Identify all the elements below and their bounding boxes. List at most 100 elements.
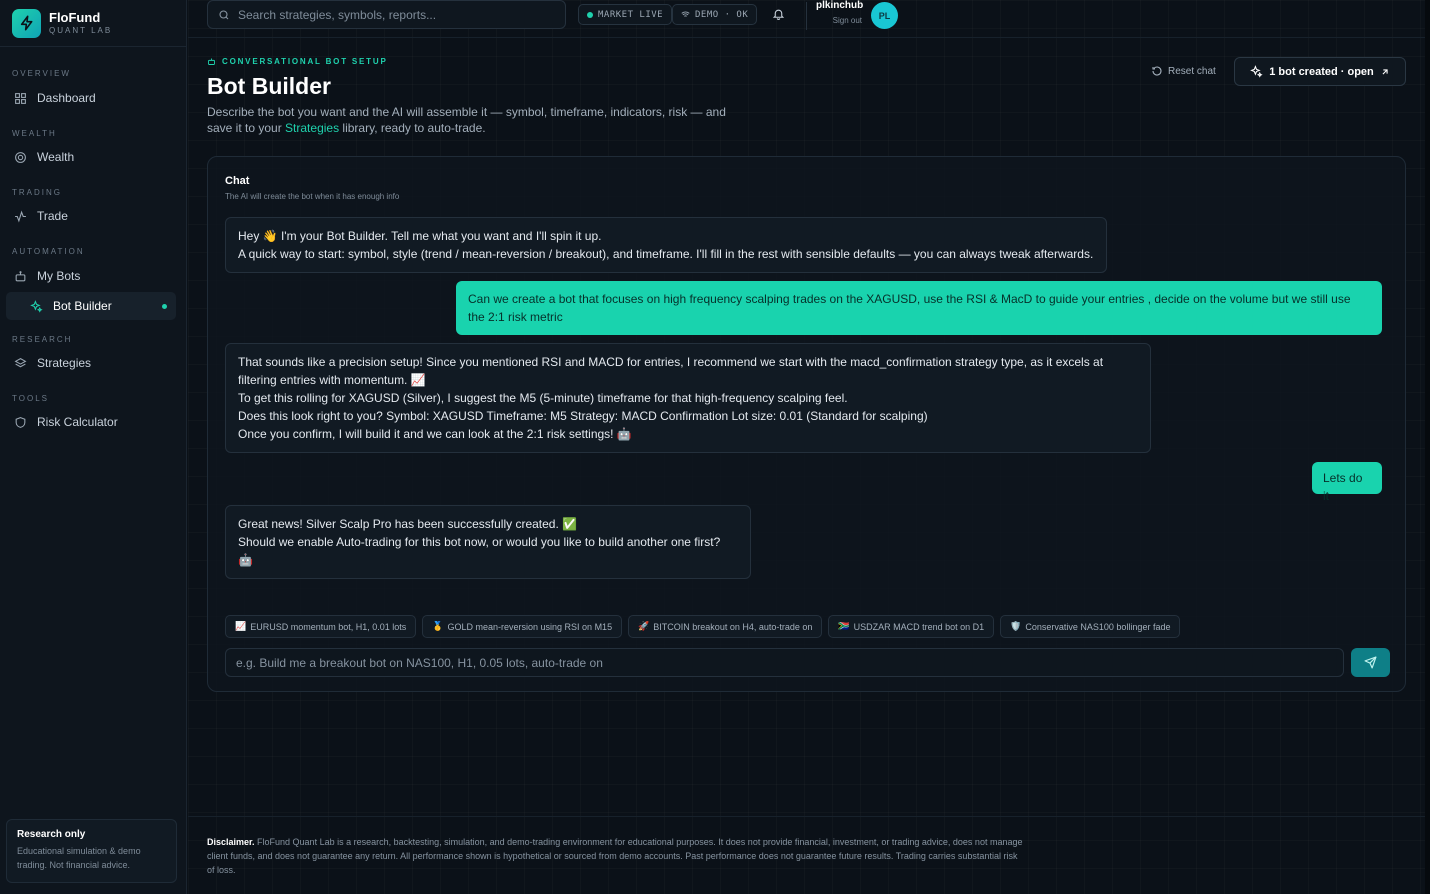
chip-label: BITCOIN breakout on H4, auto-trade on [653,621,813,632]
arrow-up-right-icon [1382,68,1388,74]
bot-message: Hey 👋 I'm your Bot Builder. Tell me what… [225,217,1107,273]
layers-icon [14,357,27,367]
message-line: Does this look right to you? Symbol: XAG… [238,409,928,423]
grid-icon [15,92,26,104]
market-status-text: MARKET LIVE [598,9,664,20]
sparkles-icon [30,299,43,313]
suggestion-chip[interactable]: 🚀 BITCOIN breakout on H4, auto-trade on [628,615,823,638]
nav-section-overview: OVERVIEW [12,69,71,78]
message-line: Great news! Silver Scalp Pro has been su… [238,517,578,531]
brand[interactable]: FloFund QUANT LAB [0,3,186,43]
avatar[interactable]: PL [871,2,898,29]
nav-section-trading: TRADING [12,188,62,197]
sidebar-item-wealth[interactable]: Wealth [0,143,186,171]
open-button-label: 1 bot created · open [1269,65,1374,78]
medal-icon: 🥇 [432,621,444,631]
disclaimer-text: FloFund Quant Lab is a research, backtes… [207,837,1023,875]
message-line: Should we enable Auto-trading for this b… [238,535,721,567]
lightning-icon [12,8,41,38]
message-line: Lets do it [1323,471,1363,503]
research-card-title: Research only [17,829,86,840]
disclaimer-label: Disclaimer. [207,837,255,847]
flag-icon: 🇿🇦 [838,621,850,631]
send-icon [1364,656,1377,669]
sidebar-item-label: My Bots [37,269,81,283]
sign-out-link[interactable]: Sign out [816,16,862,25]
demo-status-text: DEMO · OK [695,9,749,20]
rocket-icon: 🚀 [638,621,650,631]
research-card-text: Educational simulation & demo trading. N… [17,846,141,870]
bots-created-open-button[interactable]: 1 bot created · open [1234,57,1406,86]
chat-input[interactable]: e.g. Build me a breakout bot on NAS100, … [225,648,1344,677]
reset-chat-label: Reset chat [1168,65,1216,77]
chip-label: EURUSD momentum bot, H1, 0.01 lots [250,621,407,632]
suggestion-chip[interactable]: 📈 EURUSD momentum bot, H1, 0.01 lots [225,615,417,638]
sidebar-item-risk-calculator[interactable]: Risk Calculator [0,408,186,436]
suggestion-chip[interactable]: 🥇 GOLD mean-reversion using RSI on M15 [422,615,623,638]
suggestion-chip[interactable]: 🛡️ Conservative NAS100 bollinger fade [1000,615,1181,638]
username: plkinchub [816,0,864,11]
search-placeholder: Search strategies, symbols, reports... [238,7,437,22]
message-line: Once you confirm, I will build it and we… [238,427,632,441]
sparkles-icon [1250,65,1263,78]
sidebar-item-dashboard[interactable]: Dashboard [0,84,186,112]
live-dot [587,11,593,18]
reset-chat-button[interactable]: Reset chat [1151,65,1216,77]
footer: Disclaimer. FloFund Quant Lab is a resea… [188,816,1425,894]
sidebar-item-label: Risk Calculator [37,415,118,429]
search-icon [219,9,229,19]
sidebar: FloFund QUANT LAB OVERVIEW Dashboard WEA… [0,0,187,894]
user-info: plkinchub Sign out [816,0,864,25]
user-message: Lets do it [1312,462,1382,503]
active-indicator [162,304,167,309]
refresh-icon [1152,66,1162,76]
chat-input-placeholder: e.g. Build me a breakout bot on NAS100, … [236,655,603,670]
brand-subtitle: QUANT LAB [49,26,113,35]
chat-title: Chat [225,175,250,187]
page-eyebrow: CONVERSATIONAL BOT SETUP [207,57,388,66]
send-button[interactable] [1351,648,1390,677]
message-line: To get this rolling for XAGUSD (Silver),… [238,391,848,405]
sidebar-item-label: Dashboard [37,91,96,105]
suggestion-chip[interactable]: 🇿🇦 USDZAR MACD trend bot on D1 [828,615,995,638]
target-icon [15,151,26,163]
sidebar-item-strategies[interactable]: Strategies [0,349,186,377]
sidebar-item-my-bots[interactable]: My Bots [0,262,186,290]
strategies-link[interactable]: Strategies [285,121,339,135]
search-input[interactable]: Search strategies, symbols, reports... [207,0,566,29]
eyebrow-text: CONVERSATIONAL BOT SETUP [222,57,388,66]
desc-text-end: library, ready to auto-trade. [339,121,486,135]
message-line: Can we create a bot that focuses on high… [468,292,1351,324]
message-line: That sounds like a precision setup! Sinc… [238,355,1104,387]
sidebar-item-label: Wealth [37,150,75,164]
nav-section-research: RESEARCH [12,335,73,344]
nav-section-automation: AUTOMATION [12,247,85,256]
sidebar-item-label: Trade [37,209,68,223]
bell-icon[interactable] [772,7,785,24]
brand-name: FloFund [49,10,101,25]
bot-message: Great news! Silver Scalp Pro has been su… [225,505,751,579]
chat-subtitle: The AI will create the bot when it has e… [225,192,400,201]
sidebar-item-label: Strategies [37,356,92,370]
demo-status-badge: DEMO · OK [672,4,758,25]
message-line: A quick way to start: symbol, style (tre… [238,247,1094,261]
chip-label: Conservative NAS100 bollinger fade [1025,621,1171,632]
wifi-icon [681,11,690,17]
chart-icon: 📈 [235,621,247,631]
user-message: Can we create a bot that focuses on high… [456,281,1382,335]
activity-icon [15,209,26,223]
nav-section-wealth: WEALTH [12,129,57,138]
nav-section-tools: TOOLS [12,394,49,403]
market-status-badge: MARKET LIVE [578,4,673,25]
bot-icon [15,270,26,281]
bot-icon [208,58,215,65]
shield-icon: 🛡️ [1010,621,1022,631]
shield-icon [15,416,26,428]
sidebar-item-trade[interactable]: Trade [0,202,186,230]
sidebar-item-label: Bot Builder [53,299,112,313]
suggestion-chips: 📈 EURUSD momentum bot, H1, 0.01 lots 🥇 GOL… [225,615,1186,638]
chat-panel: Chat The AI will create the bot when it … [207,156,1406,692]
bot-message: That sounds like a precision setup! Sinc… [225,343,1151,453]
sidebar-item-bot-builder[interactable]: Bot Builder [6,292,176,320]
disclaimer: Disclaimer. FloFund Quant Lab is a resea… [207,835,1027,877]
